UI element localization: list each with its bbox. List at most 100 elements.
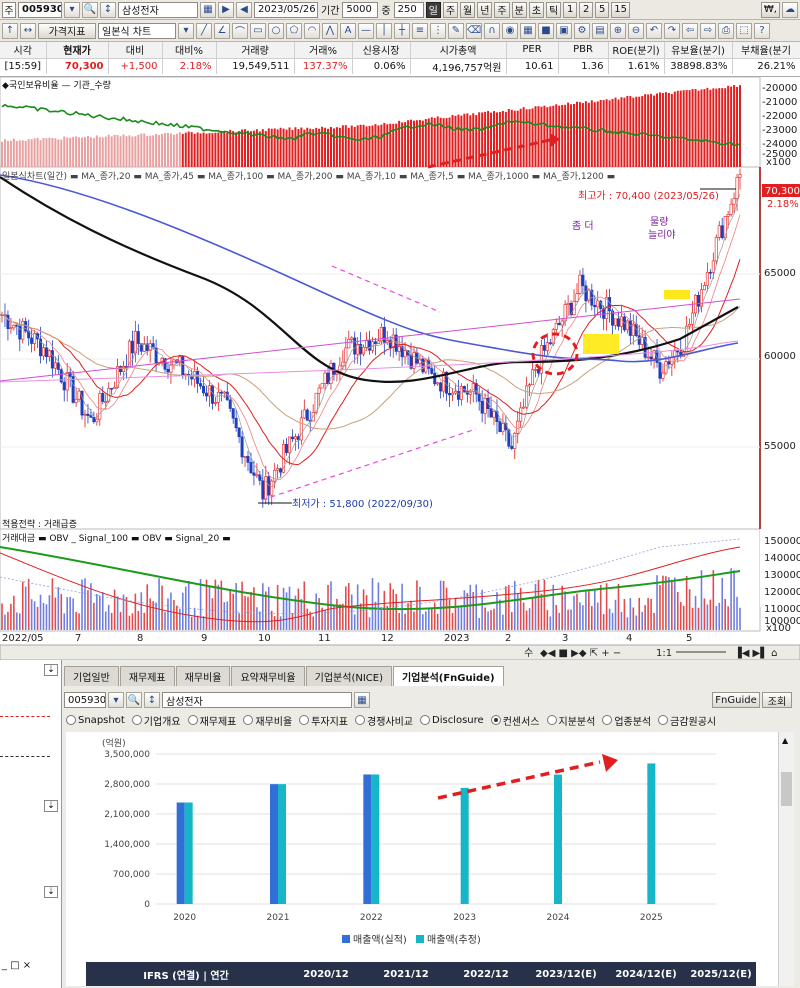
interval-minute-button[interactable]: 분: [511, 1, 527, 18]
grid-icon[interactable]: ▦: [200, 1, 216, 18]
magnet-tool-icon[interactable]: ∩: [484, 22, 500, 39]
radio-disclosure[interactable]: Disclosure: [420, 715, 484, 726]
scroll-up-icon[interactable]: ▲: [782, 736, 788, 745]
next-icon[interactable]: ⇨: [700, 22, 716, 39]
pen-tool-icon[interactable]: ✎: [448, 22, 464, 39]
tab-summary-ratios[interactable]: 요약재무비율: [231, 666, 305, 686]
tab-analysis-fnguide[interactable]: 기업분석(FnGuide): [392, 666, 504, 686]
chart-type-select[interactable]: 일본식 차트: [98, 22, 176, 39]
search-icon[interactable]: 🔍: [126, 692, 142, 708]
sort-icon[interactable]: ↕: [144, 692, 160, 708]
fan-tool-icon[interactable]: ⋀: [322, 22, 338, 39]
angle-tool-icon[interactable]: ∠: [214, 22, 230, 39]
vline-tool-icon[interactable]: │: [376, 22, 392, 39]
interval-second-button[interactable]: 초: [528, 1, 545, 18]
period-input[interactable]: 5000: [342, 1, 379, 18]
tab-analysis-nice[interactable]: 기업분석(NICE): [305, 666, 392, 686]
fnguide-button[interactable]: FnGuide: [712, 692, 760, 708]
stock-code-input[interactable]: 005930: [64, 692, 106, 708]
grid-toggle-icon[interactable]: ▦: [520, 22, 536, 39]
play-icon[interactable]: ▶: [218, 1, 234, 18]
nav-icons[interactable]: ◆◀ ■ ▶◆ ⇱ + −: [540, 648, 621, 659]
playback-icons[interactable]: ▐◀ ▶▌ ⌂: [734, 646, 777, 659]
radio-financial-statements[interactable]: 재무제표: [187, 713, 236, 728]
undo-icon[interactable]: ↶: [646, 22, 662, 39]
prev-icon[interactable]: ⇦: [682, 22, 698, 39]
interval-day-button[interactable]: 일: [425, 1, 441, 18]
vertical-scrollbar[interactable]: ▲: [778, 732, 794, 986]
radio-industry-analysis[interactable]: 업종분석: [602, 713, 651, 728]
dropdown-icon[interactable]: ▾: [64, 1, 80, 18]
scroll-thumb[interactable]: [781, 772, 792, 806]
radio-company-overview[interactable]: 기업개요: [131, 713, 181, 728]
curve-tool-icon[interactable]: ⌒: [232, 22, 248, 39]
circle-tool-icon[interactable]: ○: [268, 22, 284, 39]
line-tool-icon[interactable]: ╱: [196, 22, 212, 39]
zoom-out-icon[interactable]: ⊖: [628, 22, 644, 39]
radio-financial-ratios[interactable]: 재무비율: [243, 713, 292, 728]
rectangle-tool-icon[interactable]: ▭: [250, 22, 266, 39]
color-tool-icon[interactable]: ■: [538, 22, 554, 39]
cross-tool-icon[interactable]: ┼: [394, 22, 410, 39]
text-tool-icon[interactable]: A: [340, 22, 356, 39]
back-icon[interactable]: ◀: [236, 1, 252, 18]
tab-financial-ratios[interactable]: 재무비율: [175, 666, 231, 686]
zoom-in-icon[interactable]: ⊕: [610, 22, 626, 39]
radio-fss-disclosure[interactable]: 금감원공시: [658, 713, 716, 728]
radio-investment-indicators[interactable]: 투자지표: [299, 713, 348, 728]
interval-15-button[interactable]: 15: [611, 1, 630, 18]
interval-week-button[interactable]: 주: [442, 1, 459, 18]
radio-consensus[interactable]: 컨센서스: [490, 713, 540, 728]
dropdown-icon[interactable]: ▾: [108, 692, 124, 708]
sort-icon[interactable]: ↕: [100, 1, 116, 18]
help-icon[interactable]: ?: [754, 22, 770, 39]
arrow-up-icon[interactable]: ↑: [2, 22, 18, 39]
search-icon[interactable]: 🔍: [82, 1, 98, 18]
interval-5-button[interactable]: 5: [595, 1, 610, 18]
radio-snapshot[interactable]: Snapshot: [66, 715, 125, 726]
interval-year-button[interactable]: 년: [477, 1, 493, 18]
cloud-icon[interactable]: ☁: [782, 1, 798, 18]
tab-company-general[interactable]: 기업일반: [64, 666, 119, 686]
save-icon[interactable]: ⬚: [736, 22, 752, 39]
collapse-icon[interactable]: ⇣: [44, 664, 58, 676]
interval-tick-button[interactable]: 틱: [546, 1, 562, 18]
collapse-icon[interactable]: ⇣: [44, 886, 58, 898]
radio-shareholding[interactable]: 지분분석: [546, 713, 595, 728]
channel-tool-icon[interactable]: ≡: [412, 22, 428, 39]
tab-financial-statements[interactable]: 재무제표: [119, 666, 175, 686]
date-input[interactable]: 2023/05/26: [254, 1, 318, 18]
fill-tool-icon[interactable]: ▣: [556, 22, 572, 39]
unit-button[interactable]: ₩,: [760, 1, 780, 18]
dropdown-icon[interactable]: ▾: [178, 22, 194, 39]
interval-month-button[interactable]: 월: [460, 1, 476, 18]
nav-label[interactable]: 수: [524, 647, 533, 659]
print-icon[interactable]: ⎙: [718, 22, 734, 39]
window-controls[interactable]: _ □ ×: [2, 960, 31, 971]
count-input[interactable]: 250: [393, 1, 424, 18]
zoom-label[interactable]: 1:1: [656, 648, 672, 659]
price-indicator-button[interactable]: 가격지표: [38, 22, 96, 39]
fibonacci-tool-icon[interactable]: ⋮: [430, 22, 446, 39]
radio-peer-comparison[interactable]: 경쟁사비교: [355, 713, 413, 728]
query-button[interactable]: 조회: [762, 692, 792, 708]
folder-icon[interactable]: ▤: [592, 22, 608, 39]
grid-icon[interactable]: ▦: [354, 692, 370, 708]
collapse-icon[interactable]: ⇣: [44, 800, 58, 812]
arc-tool-icon[interactable]: ◠: [304, 22, 320, 39]
stock-chart-canvas[interactable]: -20000 -21000 -22000 -23000 -24000 -2500…: [0, 76, 800, 661]
polygon-tool-icon[interactable]: ⬠: [286, 22, 302, 39]
settings-icon[interactable]: ⚙: [574, 22, 590, 39]
eye-tool-icon[interactable]: ◉: [502, 22, 518, 39]
eraser-tool-icon[interactable]: ⌫: [466, 22, 482, 39]
market-select[interactable]: 주: [2, 1, 16, 18]
interval-week2-button[interactable]: 주: [494, 1, 510, 18]
hline-tool-icon[interactable]: —: [358, 22, 374, 39]
stock-chart[interactable]: -20000 -21000 -22000 -23000 -24000 -2500…: [0, 76, 800, 661]
candle-body: [385, 340, 389, 343]
arrows-horizontal-icon[interactable]: ↔: [20, 22, 36, 39]
redo-icon[interactable]: ↷: [664, 22, 680, 39]
interval-2-button[interactable]: 2: [579, 1, 594, 18]
stock-code-input[interactable]: 005930: [18, 1, 62, 18]
interval-1-button[interactable]: 1: [563, 1, 578, 18]
